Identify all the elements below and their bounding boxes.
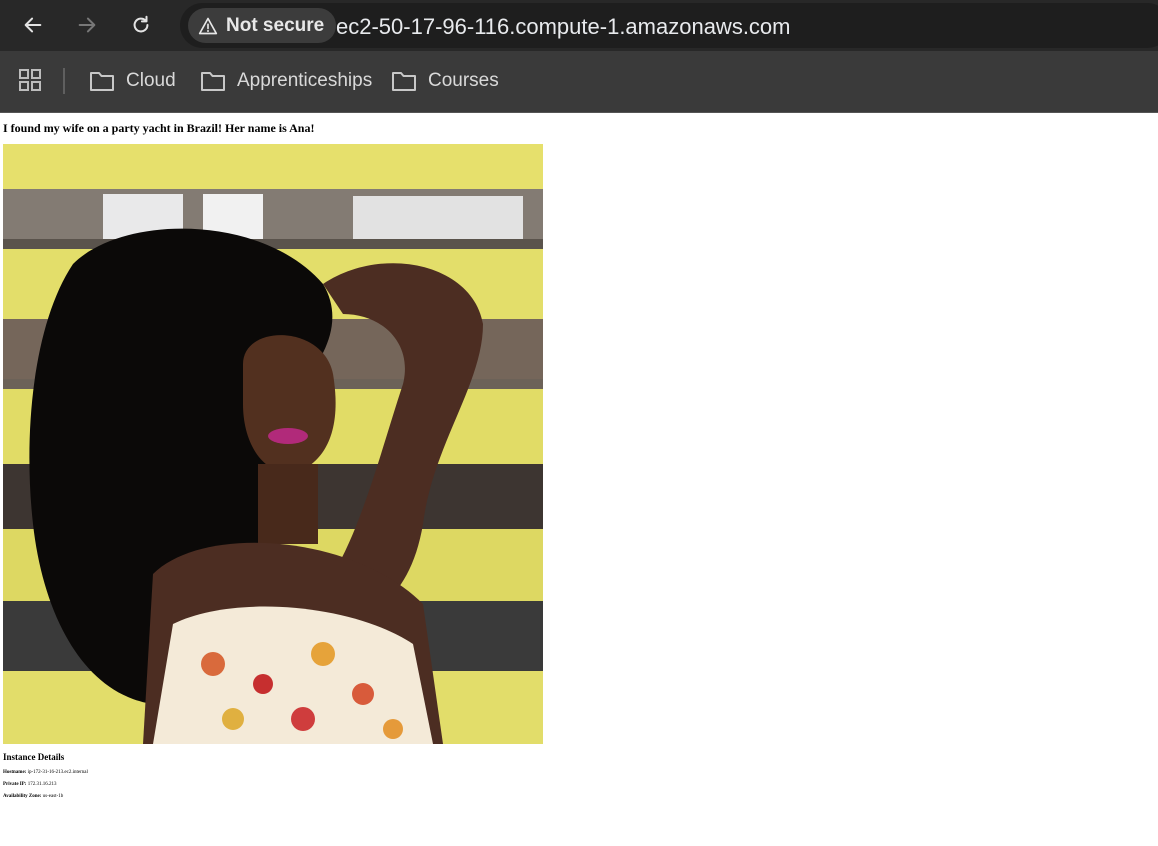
bookmarks-bar: Cloud Apprenticeships Courses xyxy=(0,51,1158,113)
security-chip[interactable]: Not secure xyxy=(188,8,337,43)
bookmark-folder-courses[interactable]: Courses xyxy=(391,66,499,96)
arrow-left-icon xyxy=(24,17,42,33)
reload-button[interactable] xyxy=(124,8,158,42)
hostname-row: Hostname: ip-172-31-16-213.ec2.internal xyxy=(3,770,88,775)
folder-icon xyxy=(201,72,225,91)
apps-grid-icon[interactable] xyxy=(19,69,41,91)
bookmark-label: Cloud xyxy=(126,70,176,91)
back-button[interactable] xyxy=(16,8,50,42)
reload-icon xyxy=(133,15,149,33)
folder-icon xyxy=(90,72,114,91)
security-label: Not secure xyxy=(226,14,325,36)
folder-icon xyxy=(392,72,416,91)
url-text[interactable]: ec2-50-17-96-116.compute-1.amazonaws.com xyxy=(336,14,791,40)
web-page: I found my wife on a party yacht in Braz… xyxy=(0,113,1158,846)
hostname-value: ip-172-31-16-213.ec2.internal xyxy=(27,770,88,775)
bookmark-folder-apprenticeships[interactable]: Apprenticeships xyxy=(200,66,372,96)
browser-toolbar: Not secure ec2-50-17-96-116.compute-1.am… xyxy=(0,0,1158,51)
arrow-right-icon xyxy=(78,17,96,33)
bookmarks-divider xyxy=(63,68,65,94)
bookmark-label: Courses xyxy=(428,70,499,91)
page-heading: I found my wife on a party yacht in Braz… xyxy=(3,121,315,135)
forward-button[interactable] xyxy=(70,8,104,42)
availability-zone-label: Availability Zone: xyxy=(3,794,42,799)
portrait-photo xyxy=(3,144,543,744)
address-bar[interactable]: Not secure ec2-50-17-96-116.compute-1.am… xyxy=(180,3,1158,48)
availability-zone-row: Availability Zone: us-east-1b xyxy=(3,794,63,799)
private-ip-value: 172.31.16.213 xyxy=(27,782,57,787)
bookmark-folder-cloud[interactable]: Cloud xyxy=(89,66,176,96)
availability-zone-value: us-east-1b xyxy=(42,794,64,799)
private-ip-label: Private IP: xyxy=(3,782,27,787)
bookmark-label: Apprenticeships xyxy=(237,70,373,91)
private-ip-row: Private IP: 172.31.16.213 xyxy=(3,782,56,787)
portrait-illustration xyxy=(3,144,543,744)
warning-triangle-icon xyxy=(198,17,218,34)
instance-details-title: Instance Details xyxy=(3,752,65,762)
hostname-label: Hostname: xyxy=(3,770,27,775)
